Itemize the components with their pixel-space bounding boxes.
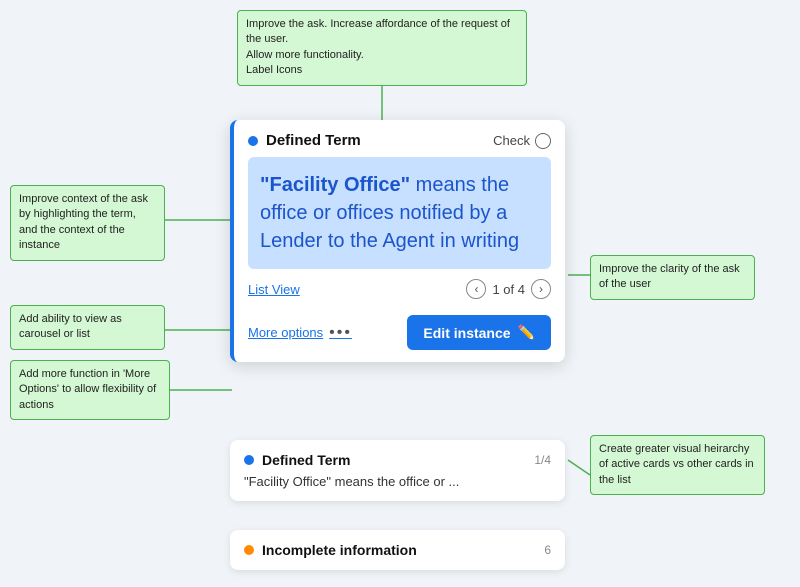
check-button[interactable]: Check	[493, 133, 551, 149]
secondary-card-title: Defined Term	[262, 452, 350, 468]
third-card-badge: 6	[544, 543, 551, 557]
edit-pencil-icon: ✏️	[518, 324, 535, 341]
incomplete-indicator-dot	[244, 545, 254, 555]
secondary-card-header: Defined Term 1/4	[244, 452, 551, 468]
pagination-prev-button[interactable]: ‹	[466, 279, 486, 299]
card-title-row: Defined Term	[248, 132, 361, 149]
secondary-term-dot	[244, 455, 254, 465]
main-card: Defined Term Check "Facility Office" mea…	[230, 120, 565, 362]
annotation-right-2: Create greater visual heirarchy of activ…	[590, 435, 765, 495]
card-content-highlight: "Facility Office" means the office or of…	[248, 157, 551, 269]
pagination-next-button[interactable]: ›	[531, 279, 551, 299]
card-actions: More options ••• Edit instance ✏️	[234, 309, 565, 362]
card-footer-row: List View ‹ 1 of 4 ›	[234, 279, 565, 309]
annotation-left-2: Add ability to view as carousel or list	[10, 305, 165, 350]
secondary-card-badge: 1/4	[534, 453, 551, 467]
secondary-title-row: Defined Term	[244, 452, 350, 468]
card-header: Defined Term Check	[234, 120, 565, 157]
secondary-card: Defined Term 1/4 "Facility Office" means…	[230, 440, 565, 501]
list-view-link[interactable]: List View	[248, 282, 300, 297]
annotation-left-3: Add more function in 'More Options' to a…	[10, 360, 170, 420]
check-circle-icon	[535, 133, 551, 149]
annotation-left-1: Improve context of the ask by highlighti…	[10, 185, 165, 261]
card-title: Defined Term	[266, 132, 361, 149]
annotation-right-1: Improve the clarity of the ask of the us…	[590, 255, 755, 300]
edit-instance-button[interactable]: Edit instance ✏️	[407, 315, 551, 350]
term-indicator-dot	[248, 136, 258, 146]
third-title-row: Incomplete information	[244, 542, 417, 558]
card-content-text: "Facility Office" means the office or of…	[260, 171, 539, 255]
pagination-control: ‹ 1 of 4 ›	[466, 279, 551, 299]
secondary-card-text: "Facility Office" means the office or ..…	[244, 474, 551, 489]
third-card: Incomplete information 6	[230, 530, 565, 570]
third-card-title: Incomplete information	[262, 542, 417, 558]
annotation-top: Improve the ask. Increase affordance of …	[237, 10, 527, 86]
more-options-dots-icon: •••	[329, 324, 352, 342]
more-options-link[interactable]: More options •••	[248, 324, 352, 342]
